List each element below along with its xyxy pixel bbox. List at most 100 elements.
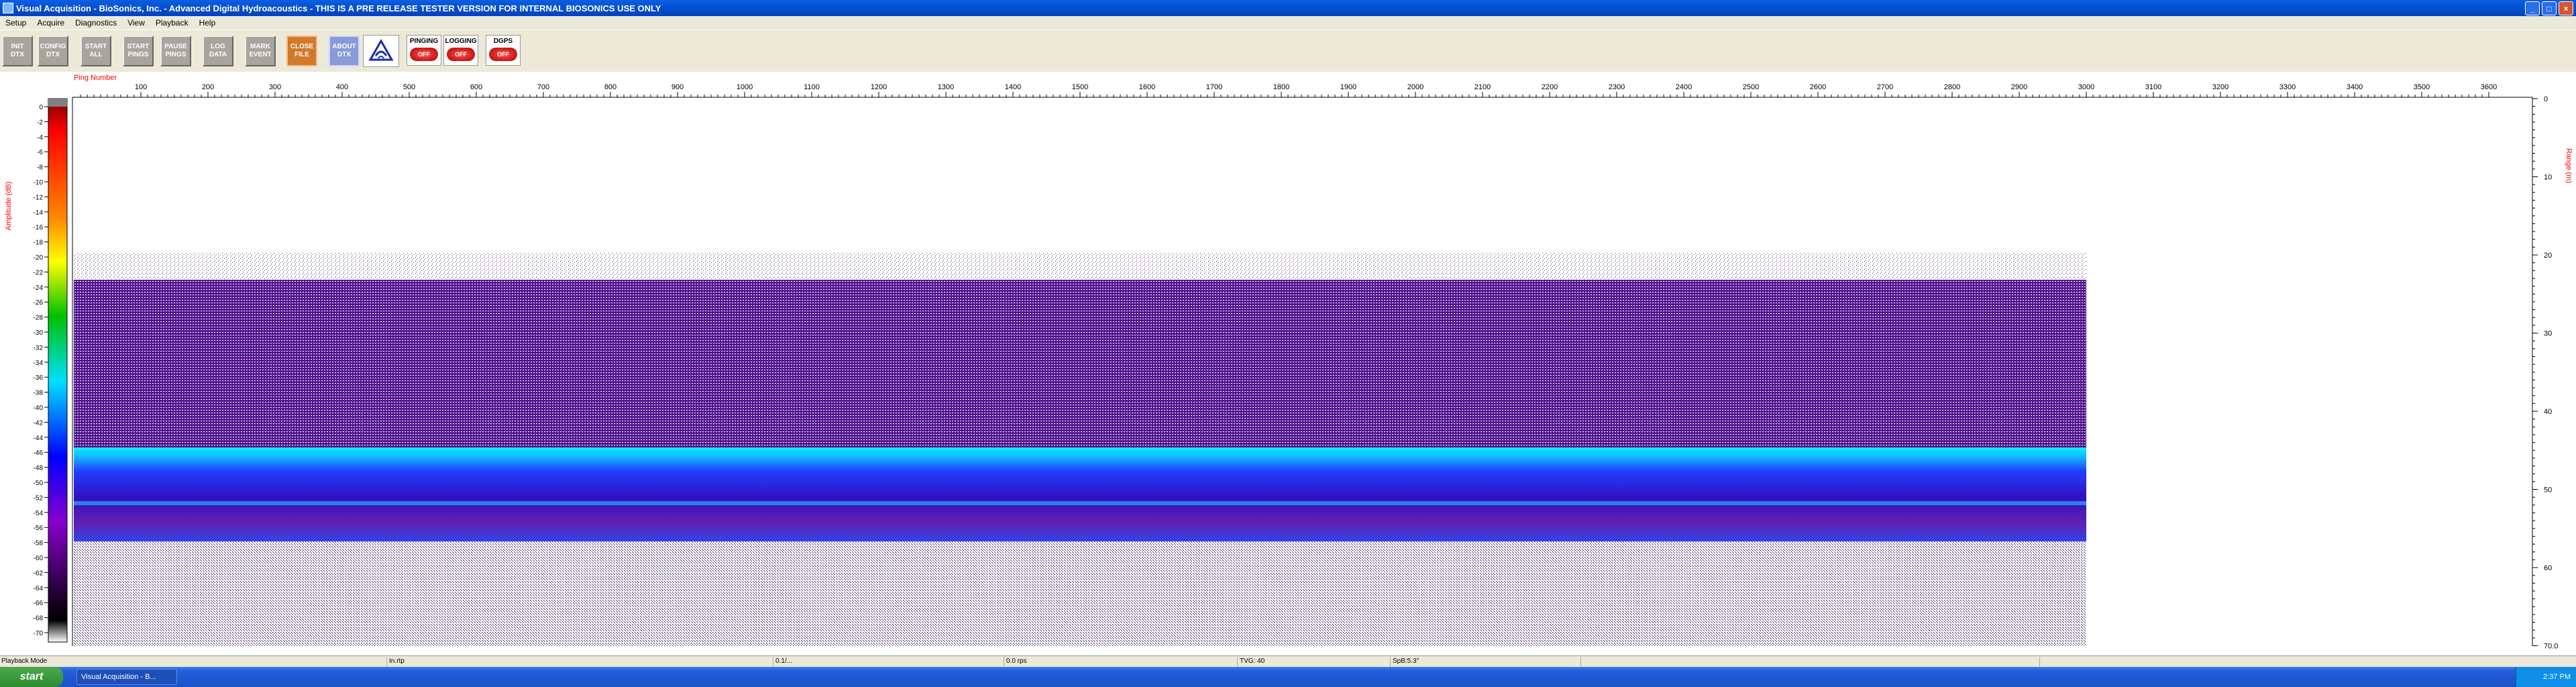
amp-tick-label: -68: [34, 615, 44, 623]
ping-tick-label: 2100: [1474, 83, 1491, 91]
ping-tick-label: 2900: [2011, 83, 2027, 91]
amp-tick-label: -28: [34, 315, 44, 322]
amp-tick-label: 0: [39, 104, 43, 111]
amp-tick-label: -32: [34, 344, 44, 352]
ping-tick-label: 2200: [1542, 83, 1558, 91]
amp-tick-label: -62: [34, 570, 44, 577]
amp-tick-label: -20: [34, 254, 44, 262]
amp-tick-label: -44: [34, 435, 44, 442]
biosonics-logo-icon: [368, 38, 394, 61]
amp-tick-label: -50: [34, 480, 44, 487]
taskbar: start Visual Acquisition - B... 2:37 PM: [0, 667, 2576, 687]
status-file: In.rtp: [389, 657, 405, 665]
amp-tick-label: -4: [37, 134, 43, 142]
ping-axis-label: Ping Number: [74, 74, 117, 82]
biosonics-logo: [363, 35, 399, 67]
start-all-button[interactable]: START ALL: [80, 36, 111, 66]
ping-tick-label: 1300: [938, 83, 954, 91]
amp-tick-label: -40: [34, 405, 44, 412]
menu-bar: Setup Acquire Diagnostics View Playback …: [0, 16, 2576, 30]
about-dtx-button[interactable]: ABOUT DTX: [329, 36, 360, 66]
ping-tick-label: 2300: [1609, 83, 1625, 91]
title-bar: Visual Acquisition - BioSonics, Inc. - A…: [0, 0, 2576, 16]
status-ping: 0.1/...: [775, 657, 793, 665]
ping-tick-label: 2400: [1676, 83, 1692, 91]
echogram-water-column: [74, 280, 2086, 447]
clock: 2:37 PM: [2543, 673, 2571, 681]
echogram-subbottom: [74, 541, 2086, 646]
ping-tick-label: 100: [135, 83, 147, 91]
amplitude-scale-bar: [48, 98, 68, 643]
range-tick-label: 40: [2544, 408, 2552, 416]
ping-tick-label: 900: [672, 83, 684, 91]
amp-tick-label: -22: [34, 269, 44, 276]
ping-tick-label: 2500: [1743, 83, 1759, 91]
amp-tick-label: -2: [37, 119, 43, 126]
amp-tick-label: -66: [34, 600, 44, 607]
config-dtx-button[interactable]: CONFIG DTX: [38, 36, 68, 66]
amp-tick-label: -48: [34, 465, 44, 472]
amp-tick-label: -60: [34, 555, 44, 562]
menu-help[interactable]: Help: [194, 18, 221, 28]
amp-tick-label: -12: [34, 194, 44, 201]
ping-tick-label: 1400: [1005, 83, 1021, 91]
amp-tick-label: -42: [34, 419, 44, 427]
echogram[interactable]: 100 200 300 400 500 600 700 800 900 1000 1100 1200 1…: [0, 72, 2576, 655]
pause-pings-button[interactable]: PAUSE PINGS: [160, 36, 191, 66]
range-tick-label: 10: [2544, 174, 2552, 182]
dgps-label: DGPS: [493, 38, 513, 45]
amp-tick-label: -18: [34, 240, 44, 247]
amp-tick-label: -6: [37, 149, 43, 156]
ping-tick-label: 1900: [1340, 83, 1356, 91]
pinging-indicator: PINGING OFF: [407, 35, 441, 66]
maximize-button[interactable]: □: [2542, 1, 2557, 15]
start-pings-button[interactable]: START PINGS: [123, 36, 154, 66]
range-tick-label: 0: [2544, 95, 2548, 103]
ping-tick-label: 500: [403, 83, 415, 91]
ping-tick-label: 3400: [2347, 83, 2363, 91]
ping-tick-label: 3600: [2481, 83, 2497, 91]
ping-tick-label: 3100: [2145, 83, 2161, 91]
menu-acquire[interactable]: Acquire: [32, 18, 70, 28]
range-tick-label: 20: [2544, 252, 2552, 260]
ping-tick-label: 800: [604, 83, 616, 91]
start-button[interactable]: start: [0, 667, 63, 687]
status-tvg: TVG: 40: [1240, 657, 1265, 665]
amp-tick-label: -8: [37, 164, 43, 172]
ping-tick-label: 400: [336, 83, 348, 91]
amp-tick-label: -52: [34, 494, 44, 502]
minimize-button[interactable]: _: [2525, 1, 2540, 15]
menu-playback[interactable]: Playback: [150, 18, 194, 28]
range-tick-label: 50: [2544, 486, 2552, 494]
app-icon: [3, 3, 13, 13]
logging-led: OFF: [447, 48, 475, 61]
ping-tick-label: 200: [202, 83, 214, 91]
range-axis-label: Range (m): [2565, 148, 2573, 183]
ping-tick-label: 3000: [2078, 83, 2094, 91]
mark-event-button[interactable]: MARK EVENT: [245, 36, 276, 66]
init-dtx-button[interactable]: INIT DTX: [2, 36, 33, 66]
ping-tick-label: 600: [470, 83, 482, 91]
ping-tick-label: 2800: [1944, 83, 1960, 91]
close-file-button[interactable]: CLOSE FILE: [286, 36, 317, 66]
menu-setup[interactable]: Setup: [0, 18, 32, 28]
taskbar-item-visual-acquisition[interactable]: Visual Acquisition - B...: [76, 669, 177, 685]
ping-tick-label: 700: [537, 83, 549, 91]
close-button[interactable]: ×: [2559, 1, 2573, 15]
status-spb: SpB:5.3°: [1393, 657, 1419, 665]
amplitude-axis-label: Amplitude (dB): [5, 182, 13, 231]
amp-tick-label: -34: [34, 360, 44, 367]
menu-diagnostics[interactable]: Diagnostics: [70, 18, 122, 28]
ping-tick-label: 1800: [1273, 83, 1289, 91]
ping-tick-label: 2600: [1810, 83, 1826, 91]
amp-tick-label: -36: [34, 374, 44, 382]
ping-tick-label: 2000: [1407, 83, 1424, 91]
dgps-led: OFF: [489, 48, 517, 61]
echogram-panel: 100 200 300 400 500 600 700 800 900 1000 1100 1200 1…: [0, 72, 2576, 655]
log-data-button[interactable]: LOG DATA: [203, 36, 233, 66]
ping-tick-label: 3500: [2414, 83, 2430, 91]
amp-tick-label: -10: [34, 179, 44, 187]
amp-tick-label: -14: [34, 209, 44, 217]
menu-view[interactable]: View: [122, 18, 150, 28]
ping-tick-label: 1500: [1072, 83, 1088, 91]
